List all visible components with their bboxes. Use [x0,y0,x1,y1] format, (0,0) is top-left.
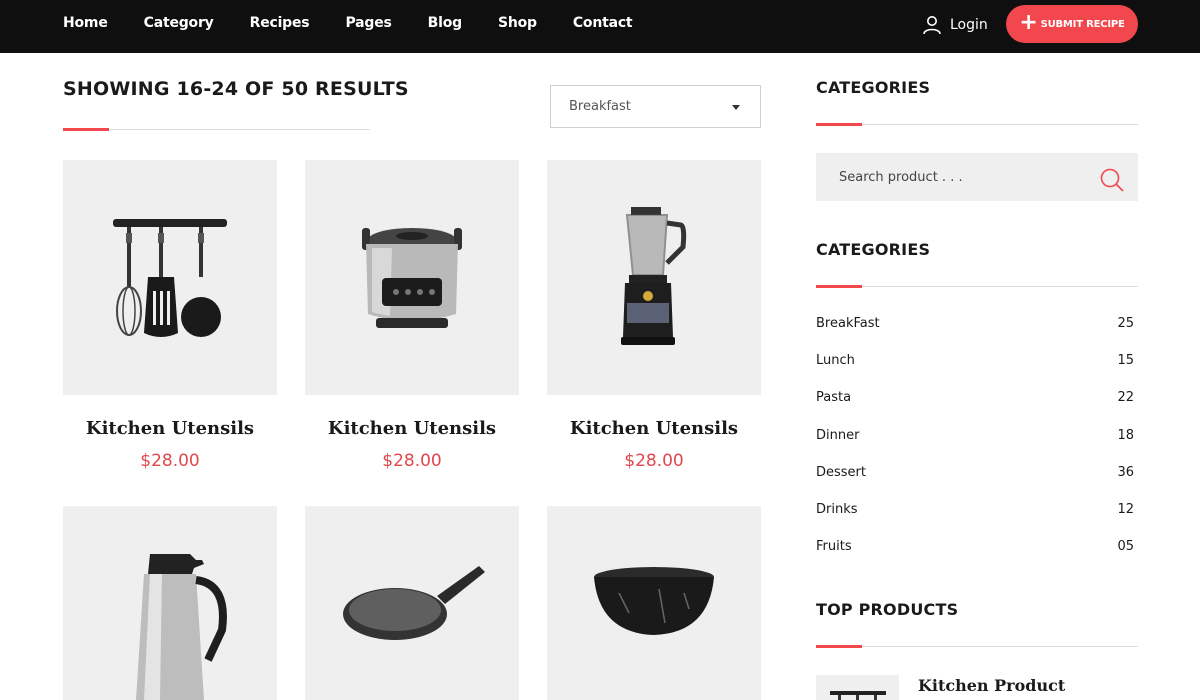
utensils-rack-icon [830,691,886,700]
category-count: 25 [1117,316,1134,331]
product-image[interactable] [547,160,761,395]
product-name[interactable]: Kitchen Utensils [305,418,519,439]
search-input[interactable] [816,153,1086,201]
category-label: Drinks [816,502,858,517]
main-nav: Home Category Recipes Pages Blog Shop Co… [63,0,668,45]
category-item-pasta[interactable]: Pasta 22 [816,390,1138,410]
bowl-icon [594,567,714,635]
product-image[interactable] [63,160,277,395]
category-label: BreakFast [816,316,880,331]
sort-select[interactable]: Breakfast [550,85,761,128]
sidebar-divider-accent [816,645,862,648]
sidebar-divider-accent [816,123,862,126]
sidebar-title-top-products: TOP PRODUCTS [816,600,959,619]
submit-recipe-button[interactable]: + SUBMIT RECIPE [1006,5,1138,43]
top-product-thumbnail[interactable] [816,675,899,700]
category-item-breakfast[interactable]: BreakFast 25 [816,316,1138,336]
frying-pan-icon [343,566,485,640]
sidebar-divider [816,123,1138,126]
results-title: SHOWING 16-24 OF 50 RESULTS [63,78,409,100]
nav-shop[interactable]: Shop [498,15,537,31]
nav-pages[interactable]: Pages [345,15,391,31]
results-divider-accent [63,128,109,131]
caret-down-icon [732,105,740,110]
category-count: 22 [1117,390,1134,405]
product-image[interactable] [63,506,277,700]
category-item-dinner[interactable]: Dinner 18 [816,428,1138,448]
plus-icon: + [1019,10,1038,35]
user-icon [923,16,941,35]
category-label: Fruits [816,539,852,554]
category-item-fruits[interactable]: Fruits 05 [816,539,1138,559]
blender-icon [621,206,687,345]
login-link[interactable]: Login [922,12,988,38]
top-navbar: Home Category Recipes Pages Blog Shop Co… [0,0,1200,53]
category-label: Dinner [816,428,860,443]
product-search [816,153,1138,201]
utensils-rack-icon [113,218,227,337]
sort-selected-value: Breakfast [569,99,631,114]
thermos-jug-icon [136,554,227,700]
submit-recipe-label: SUBMIT RECIPE [1040,18,1125,30]
product-name[interactable]: Kitchen Utensils [547,418,761,439]
sidebar-divider [816,285,1138,288]
product-price: $28.00 [382,451,442,471]
nav-home[interactable]: Home [63,15,108,31]
category-count: 18 [1117,428,1134,443]
product-name[interactable]: Kitchen Utensils [63,418,277,439]
rice-cooker-icon [362,227,462,328]
category-label: Lunch [816,353,855,368]
product-price: $28.00 [624,451,684,471]
top-product-name[interactable]: Kitchen Product [918,676,1065,695]
category-count: 15 [1117,353,1134,368]
nav-recipes[interactable]: Recipes [250,15,310,31]
login-label: Login [950,17,988,33]
product-image[interactable] [305,160,519,395]
product-price: $28.00 [140,451,200,471]
category-count: 12 [1117,502,1134,517]
product-image[interactable] [305,506,519,700]
results-divider [63,128,370,131]
category-count: 05 [1117,539,1134,554]
sidebar-title-categories-2: CATEGORIES [816,240,931,259]
category-label: Dessert [816,465,866,480]
search-icon[interactable] [1099,167,1125,193]
sidebar-title-categories: CATEGORIES [816,78,931,97]
category-item-drinks[interactable]: Drinks 12 [816,502,1138,522]
nav-blog[interactable]: Blog [428,15,463,31]
category-count: 36 [1117,465,1134,480]
category-item-dessert[interactable]: Dessert 36 [816,465,1138,485]
product-image[interactable] [547,506,761,700]
sidebar-divider [816,645,1138,648]
category-label: Pasta [816,390,852,405]
sidebar-divider-accent [816,285,862,288]
nav-category[interactable]: Category [144,15,214,31]
category-item-lunch[interactable]: Lunch 15 [816,353,1138,373]
nav-contact[interactable]: Contact [573,15,633,31]
